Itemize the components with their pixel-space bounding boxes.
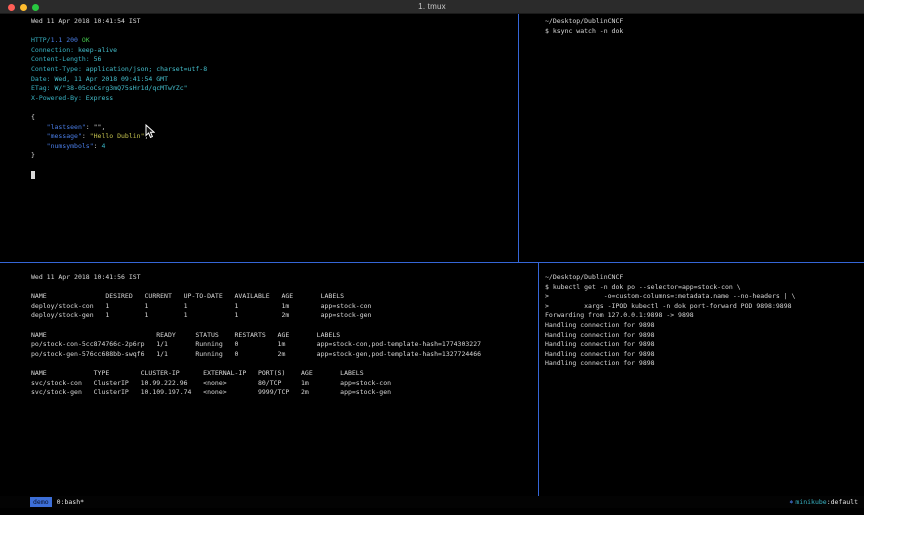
terminal-line: Content-Length: 56 bbox=[31, 55, 518, 65]
terminal-line: ETag: W/"38-05coCsrg3mQ75sHr1d/qcMTwYZc" bbox=[31, 84, 518, 94]
terminal-line: Handling connection for 9898 bbox=[545, 340, 864, 350]
terminal-line: ~/Desktop/DublinCNCF bbox=[545, 17, 864, 27]
mouse-cursor bbox=[145, 124, 155, 139]
kubernetes-helm-icon: ⎈ bbox=[789, 498, 793, 506]
terminal-line: "message": "Hello Dublin", bbox=[31, 132, 518, 142]
terminal-line: Handling connection for 9898 bbox=[545, 321, 864, 331]
window-titlebar: 1. tmux bbox=[0, 0, 864, 14]
terminal-line: NAME TYPE CLUSTER-IP EXTERNAL-IP PORT(S)… bbox=[31, 369, 538, 379]
terminal-line: X-Powered-By: Express bbox=[31, 94, 518, 104]
terminal-line: > -o=custom-columns=:metadata.name --no-… bbox=[545, 292, 864, 302]
terminal-window: 1. tmux Wed 11 Apr 2018 10:41:54 IST HTT… bbox=[0, 0, 864, 515]
terminal-line: } bbox=[31, 151, 518, 161]
terminal-line: Connection: keep-alive bbox=[31, 46, 518, 56]
kube-context-label: minikube bbox=[795, 498, 826, 506]
terminal-line bbox=[31, 161, 518, 171]
tmux-status-bar: demo 0:bash* ⎈ minikube :default bbox=[0, 496, 864, 508]
terminal-line: "numsymbols": 4 bbox=[31, 142, 518, 152]
terminal-line: NAME DESIRED CURRENT UP-TO-DATE AVAILABL… bbox=[31, 292, 538, 302]
terminal-line bbox=[31, 283, 538, 293]
terminal-line: ~/Desktop/DublinCNCF bbox=[545, 273, 864, 283]
terminal-line: NAME READY STATUS RESTARTS AGE LABELS bbox=[31, 331, 538, 341]
terminal-line bbox=[31, 359, 538, 369]
terminal-line: > xargs -IPOD kubectl -n dok port-forwar… bbox=[545, 302, 864, 312]
terminal-line bbox=[31, 103, 518, 113]
terminal-line bbox=[31, 27, 518, 37]
terminal-line: svc/stock-gen ClusterIP 10.109.197.74 <n… bbox=[31, 388, 538, 398]
pane-port-forward[interactable]: ~/Desktop/DublinCNCF$ kubectl get -n dok… bbox=[539, 263, 864, 496]
window-title: 1. tmux bbox=[0, 0, 864, 14]
terminal-line: $ ksync watch -n dok bbox=[545, 27, 864, 37]
terminal-line: HTTP/1.1 200 OK bbox=[31, 36, 518, 46]
session-name-badge: demo bbox=[30, 497, 52, 507]
terminal-line: $ kubectl get -n dok po --selector=app=s… bbox=[545, 283, 864, 293]
window-label[interactable]: 0:bash* bbox=[57, 498, 84, 506]
terminal-line: po/stock-con-5cc874766c-2p6rp 1/1 Runnin… bbox=[31, 340, 538, 350]
terminal-line: Handling connection for 9898 bbox=[545, 331, 864, 341]
kube-namespace-label: :default bbox=[827, 498, 858, 506]
terminal-line: { bbox=[31, 113, 518, 123]
pane-ksync-watch[interactable]: ~/Desktop/DublinCNCF$ ksync watch -n dok bbox=[519, 14, 864, 262]
terminal-line: deploy/stock-con 1 1 1 1 1m app=stock-co… bbox=[31, 302, 538, 312]
terminal-line: Forwarding from 127.0.0.1:9898 -> 9898 bbox=[545, 311, 864, 321]
terminal-line: Handling connection for 9898 bbox=[545, 350, 864, 360]
terminal-line: po/stock-gen-576cc688bb-swqf6 1/1 Runnin… bbox=[31, 350, 538, 360]
terminal-line: Wed 11 Apr 2018 10:41:54 IST bbox=[31, 17, 518, 27]
terminal-line: svc/stock-con ClusterIP 10.99.222.96 <no… bbox=[31, 379, 538, 389]
terminal-line: Date: Wed, 11 Apr 2018 09:41:54 GMT bbox=[31, 75, 518, 85]
terminal-line: Content-Type: application/json; charset=… bbox=[31, 65, 518, 75]
pane-http-response[interactable]: Wed 11 Apr 2018 10:41:54 IST HTTP/1.1 20… bbox=[0, 14, 518, 262]
terminal-line: Wed 11 Apr 2018 10:41:56 IST bbox=[31, 273, 538, 283]
terminal-line: deploy/stock-gen 1 1 1 1 2m app=stock-ge… bbox=[31, 311, 538, 321]
terminal-line bbox=[31, 171, 518, 181]
terminal-line bbox=[31, 321, 538, 331]
pane-kubectl-resources[interactable]: Wed 11 Apr 2018 10:41:56 IST NAME DESIRE… bbox=[0, 263, 538, 496]
terminal-line: Handling connection for 9898 bbox=[545, 359, 864, 369]
terminal-line: "lastseen": "", bbox=[31, 123, 518, 133]
